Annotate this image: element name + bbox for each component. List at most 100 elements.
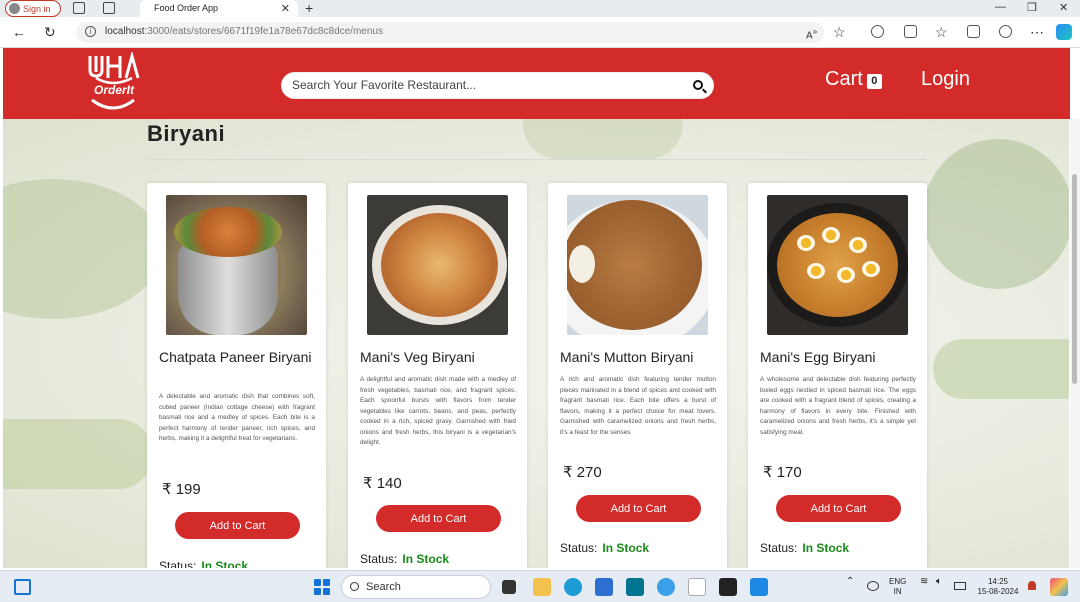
taskbar-search-label: Search	[366, 581, 401, 593]
browser-essentials-icon[interactable]	[999, 25, 1012, 38]
vscode-icon[interactable]	[750, 578, 768, 596]
menu-page: Biryani Chatpata Paneer Biryani A delect…	[3, 119, 1069, 568]
browser-toolbar: ← ↻ i localhost:3000/eats/stores/6671f19…	[0, 17, 1080, 48]
scrollbar-thumb[interactable]	[1072, 174, 1077, 384]
status-label: Status:	[760, 541, 798, 555]
price-value: 199	[175, 481, 201, 498]
signin-label: Sign in	[23, 3, 51, 14]
taskbar-search[interactable]: Search	[341, 575, 491, 599]
item-price: ₹ 199	[162, 480, 201, 498]
minimize-icon[interactable]: —	[995, 1, 1006, 13]
tab-food-order-app[interactable]: Food Order App ✕	[140, 0, 298, 17]
item-status: Status: In Stock	[560, 541, 649, 555]
language-indicator[interactable]: ENG IN	[889, 577, 906, 597]
item-price: ₹ 140	[363, 474, 402, 492]
price-value: 170	[776, 464, 802, 481]
split-screen-icon[interactable]	[904, 25, 917, 38]
app-icon[interactable]	[657, 578, 675, 596]
food-image	[767, 195, 908, 335]
page-scrollbar[interactable]	[1070, 119, 1080, 568]
show-hidden-icons-icon[interactable]: ⌃	[846, 577, 854, 587]
search-icon	[350, 582, 359, 591]
close-window-icon[interactable]: ✕	[1059, 1, 1068, 14]
more-options-icon[interactable]: ⋯	[1030, 24, 1044, 41]
store-icon[interactable]	[595, 578, 613, 596]
restaurant-search-bar[interactable]	[281, 72, 714, 99]
search-input[interactable]	[292, 78, 682, 92]
workspaces-icon[interactable]	[73, 2, 85, 14]
browser-tab-bar: Sign in Food Order App ✕ + — ❐ ✕	[0, 0, 1080, 17]
cart-label: Cart	[825, 68, 863, 90]
food-image	[367, 195, 508, 335]
notification-bell-icon[interactable]	[1028, 581, 1036, 590]
onedrive-icon[interactable]	[867, 581, 879, 591]
status-label: Status:	[159, 559, 197, 568]
edge-icon[interactable]	[564, 578, 582, 596]
item-description: A delectable and aromatic dish that comb…	[159, 393, 315, 442]
clock-time: 14:25	[987, 577, 1009, 586]
task-view-icon[interactable]	[502, 580, 516, 594]
read-aloud-icon[interactable]: A»	[806, 26, 817, 41]
extensions-icon[interactable]	[871, 25, 884, 38]
address-bar[interactable]: i localhost:3000/eats/stores/6671f19fe1a…	[76, 22, 824, 43]
mysql-icon[interactable]	[626, 578, 644, 596]
item-status: Status: In Stock	[760, 541, 849, 555]
favorites-icon[interactable]: ☆	[935, 24, 948, 41]
widgets-icon[interactable]	[14, 579, 31, 595]
section-divider	[147, 159, 927, 160]
volume-icon[interactable]: 🔈︎	[936, 577, 942, 587]
terminal-icon[interactable]	[719, 578, 737, 596]
refresh-icon[interactable]: ↻	[44, 24, 56, 41]
back-icon[interactable]: ←	[12, 24, 26, 40]
profile-icon	[9, 3, 20, 14]
item-price: ₹ 170	[763, 463, 802, 481]
collections-icon[interactable]	[967, 25, 980, 38]
currency-symbol: ₹	[563, 464, 573, 481]
site-info-icon[interactable]: i	[85, 26, 96, 37]
background-vegetable	[523, 119, 683, 159]
menu-item-card: Chatpata Paneer Biryani A delectable and…	[147, 183, 326, 568]
new-tab-icon[interactable]: +	[305, 0, 313, 16]
currency-symbol: ₹	[763, 464, 773, 481]
price-value: 270	[576, 464, 602, 481]
file-explorer-icon[interactable]	[533, 578, 551, 596]
signin-button[interactable]: Sign in	[5, 0, 61, 17]
tab-actions-icon[interactable]	[103, 2, 115, 14]
login-link[interactable]: Login	[921, 68, 970, 91]
add-to-cart-button[interactable]: Add to Cart	[576, 495, 701, 522]
tab-title: Food Order App	[154, 3, 219, 13]
wifi-icon[interactable]: ≋	[920, 577, 928, 587]
status-label: Status:	[360, 552, 398, 566]
favorite-star-icon[interactable]: ☆	[833, 24, 846, 41]
close-tab-icon[interactable]: ✕	[281, 2, 290, 15]
add-to-cart-button[interactable]: Add to Cart	[175, 512, 300, 539]
cart-button[interactable]: Cart 0	[825, 68, 882, 91]
price-value: 140	[376, 475, 402, 492]
menu-item-card: Mani's Mutton Biryani A rich and aromati…	[548, 183, 727, 568]
lang-line2: IN	[893, 587, 902, 596]
item-description: A wholesome and delectable dish featurin…	[760, 376, 916, 436]
clock[interactable]: 14:25 15-08-2024	[973, 577, 1023, 597]
item-status: Status: In Stock	[360, 552, 449, 566]
notepad-icon[interactable]	[688, 578, 706, 596]
url-path: :3000/eats/stores/6671f19fe1a78e67dc8c8d…	[144, 26, 383, 37]
maximize-icon[interactable]: ❐	[1027, 1, 1037, 14]
stock-status: In Stock	[802, 541, 850, 555]
search-icon[interactable]	[693, 80, 703, 90]
food-image	[567, 195, 708, 335]
status-label: Status:	[560, 541, 598, 555]
copilot-taskbar-icon[interactable]	[1050, 578, 1068, 596]
menu-item-card: Mani's Veg Biryani A delightful and arom…	[348, 183, 527, 568]
windows-taskbar: Search ⌃ ENG IN ≋ 🔈︎ 14:25 15-08-2024	[0, 570, 1080, 602]
orderit-logo[interactable]: OrderIt	[86, 50, 140, 114]
menu-item-card: Mani's Egg Biryani A wholesome and delec…	[748, 183, 927, 568]
copilot-icon[interactable]	[1056, 24, 1072, 40]
battery-icon[interactable]	[954, 582, 966, 590]
url-host: localhost	[105, 26, 145, 37]
cart-count-badge: 0	[866, 74, 882, 89]
add-to-cart-button[interactable]: Add to Cart	[776, 495, 901, 522]
start-button[interactable]	[314, 579, 330, 595]
background-vegetable	[3, 179, 163, 319]
add-to-cart-button[interactable]: Add to Cart	[376, 505, 501, 532]
item-status: Status: In Stock	[159, 559, 248, 568]
